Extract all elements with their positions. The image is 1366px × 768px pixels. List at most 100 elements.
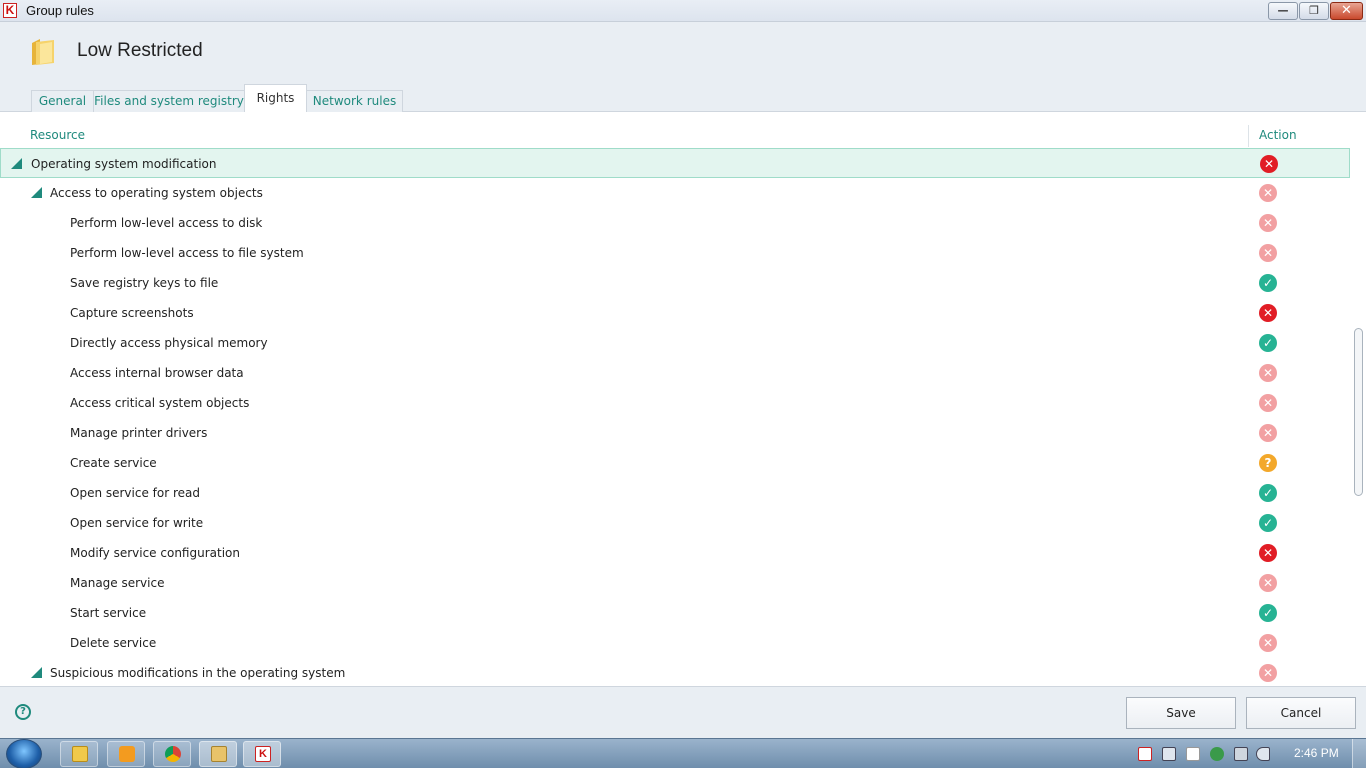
tree-row[interactable]: Access critical system objects ✕ bbox=[0, 388, 1350, 418]
tree-row[interactable]: Manage printer drivers ✕ bbox=[0, 418, 1350, 448]
block-inherited-icon[interactable]: ✕ bbox=[1259, 364, 1277, 382]
expand-arrow-icon[interactable] bbox=[31, 187, 42, 198]
application-icon bbox=[211, 746, 227, 762]
taskbar-media-player[interactable] bbox=[107, 741, 145, 767]
resource-label: Manage service bbox=[70, 576, 165, 590]
clock[interactable]: 2:46 PM bbox=[1294, 746, 1339, 760]
rights-panel: Resource Action Operating system modific… bbox=[0, 113, 1366, 686]
allow-icon[interactable]: ✓ bbox=[1259, 334, 1277, 352]
tree-row[interactable]: Directly access physical memory ✓ bbox=[0, 328, 1350, 358]
allow-icon[interactable]: ✓ bbox=[1259, 514, 1277, 532]
block-inherited-icon[interactable]: ✕ bbox=[1259, 394, 1277, 412]
scrollbar-thumb[interactable] bbox=[1354, 328, 1363, 496]
resource-label: Access critical system objects bbox=[70, 396, 250, 410]
block-icon[interactable]: ✕ bbox=[1260, 155, 1278, 173]
kaspersky-icon: K bbox=[255, 746, 271, 762]
dialog-footer: ? Save Cancel bbox=[0, 686, 1366, 738]
resource-label: Access to operating system objects bbox=[50, 186, 263, 200]
resource-label: Perform low-level access to disk bbox=[70, 216, 263, 230]
tree-row[interactable]: Create service? bbox=[0, 448, 1350, 478]
resource-label: Save registry keys to file bbox=[70, 276, 219, 290]
column-divider bbox=[1248, 125, 1249, 147]
page-title: Low Restricted bbox=[77, 40, 203, 61]
tree-row[interactable]: Perform low-level access to disk ✕ bbox=[0, 208, 1350, 238]
lock-tray-icon[interactable] bbox=[1162, 747, 1176, 761]
prompt-icon[interactable]: ? bbox=[1259, 454, 1277, 472]
resource-label: Suspicious modifications in the operatin… bbox=[50, 666, 346, 680]
column-header-action[interactable]: Action bbox=[1259, 128, 1297, 142]
tab-network-rules[interactable]: Network rules bbox=[306, 90, 403, 112]
resource-label: Capture screenshots bbox=[70, 306, 194, 320]
start-button[interactable] bbox=[6, 739, 42, 768]
kaspersky-app-icon: K bbox=[3, 3, 17, 18]
tab-rights[interactable]: Rights bbox=[244, 84, 307, 112]
tree-row[interactable]: Capture screenshots ✕ bbox=[0, 298, 1350, 328]
rights-tree: Operating system modification ✕ Access to … bbox=[0, 148, 1350, 686]
tree-group-row[interactable]: Operating system modification ✕ bbox=[0, 148, 1350, 178]
maximize-button[interactable]: ❐ bbox=[1299, 2, 1329, 20]
chrome-icon bbox=[165, 746, 181, 762]
tree-row[interactable]: Modify service configuration ✕ bbox=[0, 538, 1350, 568]
window-title: Group rules bbox=[26, 3, 94, 18]
help-icon[interactable]: ? bbox=[15, 704, 31, 720]
block-inherited-icon[interactable]: ✕ bbox=[1259, 184, 1277, 202]
tree-row[interactable]: Save registry keys to file ✓ bbox=[0, 268, 1350, 298]
block-icon[interactable]: ✕ bbox=[1259, 544, 1277, 562]
kaspersky-tray-icon[interactable] bbox=[1138, 747, 1152, 761]
dialog-header: Low Restricted General Files and system … bbox=[0, 22, 1366, 112]
resource-label: Start service bbox=[70, 606, 147, 620]
tab-general[interactable]: General bbox=[31, 90, 94, 112]
block-inherited-icon[interactable]: ✕ bbox=[1259, 214, 1277, 232]
taskbar-kaspersky[interactable]: K bbox=[243, 741, 281, 767]
tree-row[interactable]: Open service for write ✓ bbox=[0, 508, 1350, 538]
folder-icon bbox=[32, 39, 54, 65]
window-titlebar: K Group rules — ❐ ✕ bbox=[0, 0, 1366, 22]
system-tray: 2:46 PM bbox=[1130, 739, 1366, 768]
notification-tray-icon[interactable] bbox=[1186, 747, 1200, 761]
expand-arrow-icon[interactable] bbox=[31, 667, 42, 678]
vertical-scrollbar[interactable] bbox=[1350, 113, 1366, 686]
tree-row[interactable]: Start service ✓ bbox=[0, 598, 1350, 628]
volume-tray-icon[interactable] bbox=[1256, 747, 1270, 761]
tree-group-row[interactable]: Access to operating system objects ✕ bbox=[0, 178, 1350, 208]
block-inherited-icon[interactable]: ✕ bbox=[1259, 574, 1277, 592]
tree-row[interactable]: Manage service ✕ bbox=[0, 568, 1350, 598]
resource-label: Access internal browser data bbox=[70, 366, 244, 380]
network-tray-icon[interactable] bbox=[1234, 747, 1248, 761]
allow-icon[interactable]: ✓ bbox=[1259, 274, 1277, 292]
taskbar-explorer[interactable] bbox=[60, 741, 98, 767]
resource-label: Directly access physical memory bbox=[70, 336, 268, 350]
tree-row[interactable]: Open service for read ✓ bbox=[0, 478, 1350, 508]
tree-row[interactable]: Access internal browser data ✕ bbox=[0, 358, 1350, 388]
column-header-resource[interactable]: Resource bbox=[30, 128, 85, 142]
tree-row[interactable]: Delete service ✕ bbox=[0, 628, 1350, 658]
block-inherited-icon[interactable]: ✕ bbox=[1259, 664, 1277, 682]
tree-group-row[interactable]: Suspicious modifications in the operatin… bbox=[0, 658, 1350, 686]
cancel-button[interactable]: Cancel bbox=[1246, 697, 1356, 729]
tab-files-and-system-registry[interactable]: Files and system registry bbox=[93, 90, 245, 112]
resource-label: Modify service configuration bbox=[70, 546, 240, 560]
close-button[interactable]: ✕ bbox=[1330, 2, 1363, 20]
allow-icon[interactable]: ✓ bbox=[1259, 604, 1277, 622]
taskbar-chrome[interactable] bbox=[153, 741, 191, 767]
block-icon[interactable]: ✕ bbox=[1259, 304, 1277, 322]
security-tray-icon[interactable] bbox=[1210, 747, 1224, 761]
allow-icon[interactable]: ✓ bbox=[1259, 484, 1277, 502]
windows-taskbar: K 2:46 PM bbox=[0, 738, 1366, 768]
minimize-button[interactable]: — bbox=[1268, 2, 1298, 20]
block-inherited-icon[interactable]: ✕ bbox=[1259, 244, 1277, 262]
resource-label: Create service bbox=[70, 456, 157, 470]
show-desktop-button[interactable] bbox=[1352, 739, 1366, 768]
taskbar-application[interactable] bbox=[199, 741, 237, 767]
save-button[interactable]: Save bbox=[1126, 697, 1236, 729]
expand-arrow-icon[interactable] bbox=[11, 158, 22, 169]
tree-row[interactable]: Perform low-level access to file system ✕ bbox=[0, 238, 1350, 268]
resource-label: Operating system modification bbox=[31, 157, 217, 171]
block-inherited-icon[interactable]: ✕ bbox=[1259, 424, 1277, 442]
media-player-icon bbox=[119, 746, 135, 762]
resource-label: Open service for read bbox=[70, 486, 201, 500]
resource-label: Perform low-level access to file system bbox=[70, 246, 304, 260]
explorer-icon bbox=[72, 746, 88, 762]
resource-label: Manage printer drivers bbox=[70, 426, 208, 440]
block-inherited-icon[interactable]: ✕ bbox=[1259, 634, 1277, 652]
